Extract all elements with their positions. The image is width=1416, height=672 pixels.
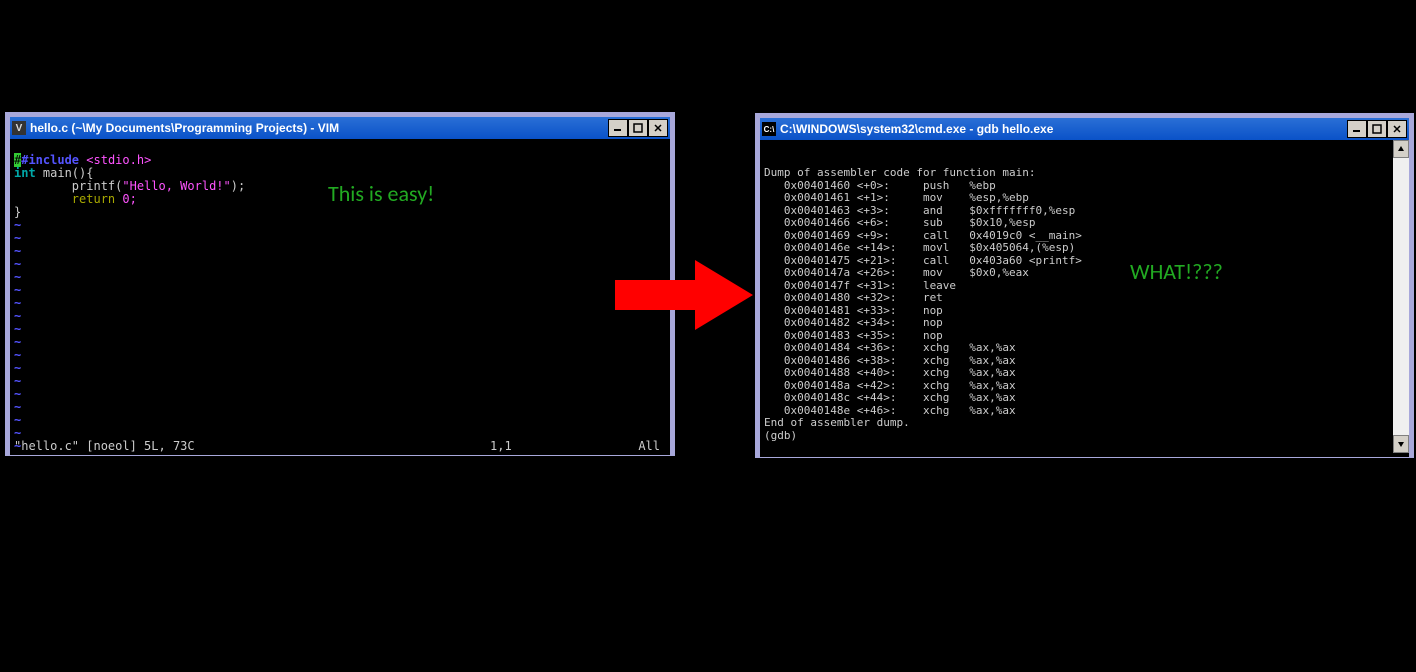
cmd-terminal-content[interactable]: Dump of assembler code for function main… (760, 140, 1409, 457)
asm-line: Dump of assembler code for function main… (764, 167, 1391, 180)
vim-tilde: ~ (14, 323, 666, 336)
code-printf: printf( (72, 179, 123, 193)
minimize-icon (1352, 124, 1362, 134)
cmd-window-buttons (1347, 120, 1407, 138)
code-return-kw: return (72, 192, 115, 206)
arrow-icon (615, 255, 755, 335)
vim-status-pct: All (610, 440, 666, 453)
cmd-window: C:\ C:\WINDOWS\system32\cmd.exe - gdb he… (755, 113, 1414, 458)
vim-tilde: ~ (14, 258, 666, 271)
scroll-up-button[interactable] (1393, 140, 1409, 158)
code-return-val: 0; (115, 192, 137, 206)
asm-line: (gdb) (764, 430, 1391, 443)
chevron-down-icon (1397, 440, 1405, 448)
maximize-icon (633, 123, 643, 133)
vim-tilde: ~ (14, 232, 666, 245)
vim-app-icon: V (12, 121, 26, 135)
vim-tilde: ~ (14, 245, 666, 258)
code-indent (14, 179, 72, 193)
vim-tilde: ~ (14, 388, 666, 401)
close-button[interactable] (1387, 120, 1407, 138)
code-include-kw: #include (13, 153, 79, 167)
vim-tilde: ~ (14, 375, 666, 388)
maximize-icon (1372, 124, 1382, 134)
close-icon (1392, 124, 1402, 134)
asm-line: 0x00401484 <+36>: xchg %ax,%ax (764, 342, 1391, 355)
cmd-app-icon: C:\ (762, 122, 776, 136)
asm-line: 0x00401461 <+1>: mov %esp,%ebp (764, 192, 1391, 205)
vim-status-file: "hello.c" [noeol] 5L, 73C (14, 440, 490, 453)
code-string: "Hello, World!" (122, 179, 230, 193)
asm-line: 0x00401482 <+34>: nop (764, 317, 1391, 330)
code-indent2 (14, 192, 72, 206)
vim-window-buttons (608, 119, 668, 137)
vim-titlebar[interactable]: V hello.c (~\My Documents\Programming Pr… (10, 117, 670, 139)
code-closebrace: } (14, 205, 21, 219)
minimize-button[interactable] (608, 119, 628, 137)
annotation-what: WHAT!??? (1130, 266, 1223, 279)
vim-tilde: ~ (14, 271, 666, 284)
vim-tilde: ~ (14, 414, 666, 427)
minimize-button[interactable] (1347, 120, 1367, 138)
cmd-scrollbar[interactable] (1393, 140, 1409, 453)
asm-line: 0x00401466 <+6>: sub $0x10,%esp (764, 217, 1391, 230)
arrow-graphic (615, 255, 755, 335)
asm-line: 0x0040147a <+26>: mov $0x0,%eax (764, 267, 1391, 280)
maximize-button[interactable] (1367, 120, 1387, 138)
code-printf-end: ); (231, 179, 245, 193)
vim-tilde: ~ (14, 297, 666, 310)
vim-window: V hello.c (~\My Documents\Programming Pr… (5, 112, 675, 456)
asm-line: 0x0040148c <+44>: xchg %ax,%ax (764, 392, 1391, 405)
chevron-up-icon (1397, 145, 1405, 153)
vim-tilde: ~ (14, 362, 666, 375)
vim-title: hello.c (~\My Documents\Programming Proj… (30, 121, 608, 135)
asm-line: 0x00401488 <+40>: xchg %ax,%ax (764, 367, 1391, 380)
code-include-header: <stdio.h> (86, 153, 151, 167)
cmd-title: C:\WINDOWS\system32\cmd.exe - gdb hello.… (780, 122, 1347, 136)
vim-tilde: ~ (14, 219, 666, 232)
vim-tilde: ~ (14, 401, 666, 414)
vim-tilde: ~ (14, 336, 666, 349)
vim-tilde: ~ (14, 349, 666, 362)
vim-status-pos: 1,1 (490, 440, 610, 453)
vim-tilde: ~ (14, 310, 666, 323)
scroll-track[interactable] (1393, 158, 1409, 435)
minimize-icon (613, 123, 623, 133)
maximize-button[interactable] (628, 119, 648, 137)
asm-line: 0x0040146e <+14>: movl $0x405064,(%esp) (764, 242, 1391, 255)
annotation-easy: This is easy! (328, 187, 434, 200)
vim-editor-content[interactable]: ##include <stdio.h> int main(){ printf("… (10, 139, 670, 455)
close-button[interactable] (648, 119, 668, 137)
vim-statusbar: "hello.c" [noeol] 5L, 73C 1,1 All (14, 440, 666, 453)
scroll-down-button[interactable] (1393, 435, 1409, 453)
close-icon (653, 123, 663, 133)
asm-line: End of assembler dump. (764, 417, 1391, 430)
asm-line: 0x00401480 <+32>: ret (764, 292, 1391, 305)
code-int-kw: int (14, 166, 36, 180)
vim-tilde: ~ (14, 284, 666, 297)
code-main-decl: main(){ (36, 166, 94, 180)
cmd-titlebar[interactable]: C:\ C:\WINDOWS\system32\cmd.exe - gdb he… (760, 118, 1409, 140)
